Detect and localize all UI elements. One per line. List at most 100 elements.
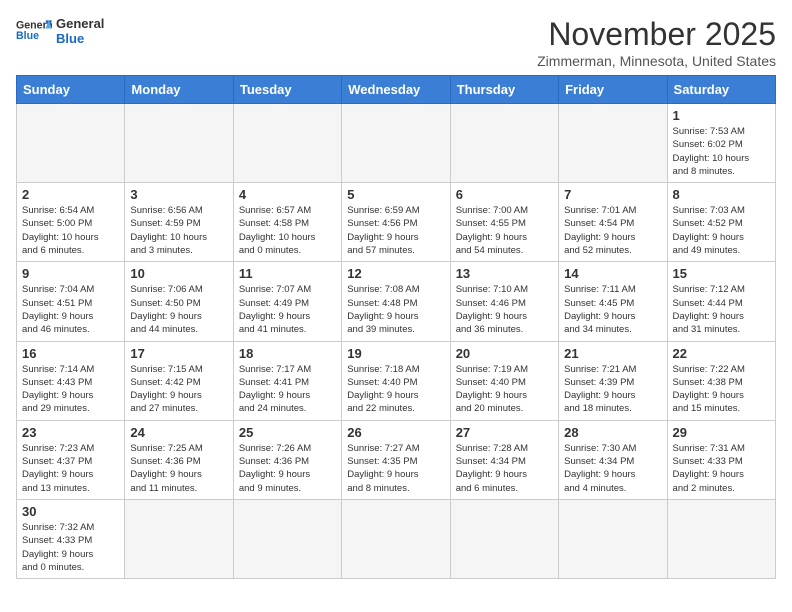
day-number: 18 [239, 346, 336, 361]
calendar-cell: 4 Sunrise: 6:57 AM Sunset: 4:58 PM Daylig… [233, 183, 341, 262]
calendar-week-row: 30Sunrise: 7:32 AM Sunset: 4:33 PM Dayli… [17, 499, 776, 578]
day-info: Sunrise: 7:18 AM Sunset: 4:40 PM Dayligh… [347, 363, 444, 416]
day-info: Sunrise: 7:28 AM Sunset: 4:34 PM Dayligh… [456, 442, 553, 495]
day-number: 5 [347, 187, 444, 202]
day-info: Sunrise: 6:56 AM Sunset: 4:59 PM Dayligh… [130, 204, 227, 257]
day-info: Sunrise: 7:00 AM Sunset: 4:55 PM Dayligh… [456, 204, 553, 257]
calendar-cell: 9Sunrise: 7:04 AM Sunset: 4:51 PM Daylig… [17, 262, 125, 341]
logo-blue: Blue [56, 31, 104, 46]
day-number: 20 [456, 346, 553, 361]
day-info: Sunrise: 7:26 AM Sunset: 4:36 PM Dayligh… [239, 442, 336, 495]
calendar-cell: 19 Sunrise: 7:18 AM Sunset: 4:40 PM Dayli… [342, 341, 450, 420]
calendar-week-row: 2 Sunrise: 6:54 AM Sunset: 5:00 PM Daylig… [17, 183, 776, 262]
day-info: Sunrise: 6:54 AM Sunset: 5:00 PM Dayligh… [22, 204, 119, 257]
calendar-cell: 26Sunrise: 7:27 AM Sunset: 4:35 PM Dayli… [342, 420, 450, 499]
calendar-week-row: 9Sunrise: 7:04 AM Sunset: 4:51 PM Daylig… [17, 262, 776, 341]
day-info: Sunrise: 7:23 AM Sunset: 4:37 PM Dayligh… [22, 442, 119, 495]
calendar-cell [667, 499, 775, 578]
calendar-cell: 3 Sunrise: 6:56 AM Sunset: 4:59 PM Daylig… [125, 183, 233, 262]
weekday-header-monday: Monday [125, 76, 233, 104]
day-info: Sunrise: 7:17 AM Sunset: 4:41 PM Dayligh… [239, 363, 336, 416]
calendar-cell: 10 Sunrise: 7:06 AM Sunset: 4:50 PM Dayli… [125, 262, 233, 341]
day-info: Sunrise: 7:30 AM Sunset: 4:34 PM Dayligh… [564, 442, 661, 495]
calendar-cell: 30Sunrise: 7:32 AM Sunset: 4:33 PM Dayli… [17, 499, 125, 578]
calendar-cell [342, 499, 450, 578]
day-info: Sunrise: 7:22 AM Sunset: 4:38 PM Dayligh… [673, 363, 770, 416]
calendar-cell: 6 Sunrise: 7:00 AM Sunset: 4:55 PM Daylig… [450, 183, 558, 262]
day-info: Sunrise: 7:15 AM Sunset: 4:42 PM Dayligh… [130, 363, 227, 416]
calendar-cell: 23Sunrise: 7:23 AM Sunset: 4:37 PM Dayli… [17, 420, 125, 499]
calendar-cell [125, 499, 233, 578]
day-info: Sunrise: 7:14 AM Sunset: 4:43 PM Dayligh… [22, 363, 119, 416]
calendar-table: SundayMondayTuesdayWednesdayThursdayFrid… [16, 75, 776, 579]
calendar-cell [17, 104, 125, 183]
calendar-cell [559, 499, 667, 578]
weekday-header-tuesday: Tuesday [233, 76, 341, 104]
day-info: Sunrise: 6:59 AM Sunset: 4:56 PM Dayligh… [347, 204, 444, 257]
day-number: 4 [239, 187, 336, 202]
day-number: 14 [564, 266, 661, 281]
day-info: Sunrise: 7:07 AM Sunset: 4:49 PM Dayligh… [239, 283, 336, 336]
day-info: Sunrise: 7:19 AM Sunset: 4:40 PM Dayligh… [456, 363, 553, 416]
day-number: 28 [564, 425, 661, 440]
day-info: Sunrise: 6:57 AM Sunset: 4:58 PM Dayligh… [239, 204, 336, 257]
day-number: 21 [564, 346, 661, 361]
day-info: Sunrise: 7:01 AM Sunset: 4:54 PM Dayligh… [564, 204, 661, 257]
logo: General Blue General Blue [16, 16, 104, 46]
calendar-cell: 22Sunrise: 7:22 AM Sunset: 4:38 PM Dayli… [667, 341, 775, 420]
calendar-cell [125, 104, 233, 183]
day-number: 11 [239, 266, 336, 281]
day-info: Sunrise: 7:21 AM Sunset: 4:39 PM Dayligh… [564, 363, 661, 416]
day-number: 1 [673, 108, 770, 123]
day-number: 15 [673, 266, 770, 281]
weekday-header-saturday: Saturday [667, 76, 775, 104]
calendar-cell [233, 499, 341, 578]
logo-general: General [56, 16, 104, 31]
logo-icon: General Blue [16, 17, 52, 45]
day-number: 25 [239, 425, 336, 440]
day-info: Sunrise: 7:11 AM Sunset: 4:45 PM Dayligh… [564, 283, 661, 336]
calendar-cell: 2 Sunrise: 6:54 AM Sunset: 5:00 PM Daylig… [17, 183, 125, 262]
calendar-cell: 5 Sunrise: 6:59 AM Sunset: 4:56 PM Daylig… [342, 183, 450, 262]
day-number: 17 [130, 346, 227, 361]
day-info: Sunrise: 7:12 AM Sunset: 4:44 PM Dayligh… [673, 283, 770, 336]
calendar-cell: 1 Sunrise: 7:53 AM Sunset: 6:02 PM Daylig… [667, 104, 775, 183]
weekday-header-friday: Friday [559, 76, 667, 104]
day-number: 24 [130, 425, 227, 440]
day-number: 10 [130, 266, 227, 281]
day-number: 6 [456, 187, 553, 202]
calendar-cell: 24 Sunrise: 7:25 AM Sunset: 4:36 PM Dayli… [125, 420, 233, 499]
calendar-cell: 20 Sunrise: 7:19 AM Sunset: 4:40 PM Dayli… [450, 341, 558, 420]
day-number: 16 [22, 346, 119, 361]
calendar-cell: 14 Sunrise: 7:11 AM Sunset: 4:45 PM Dayli… [559, 262, 667, 341]
calendar-cell: 11 Sunrise: 7:07 AM Sunset: 4:49 PM Dayli… [233, 262, 341, 341]
day-info: Sunrise: 7:25 AM Sunset: 4:36 PM Dayligh… [130, 442, 227, 495]
day-number: 9 [22, 266, 119, 281]
day-number: 3 [130, 187, 227, 202]
weekday-header-sunday: Sunday [17, 76, 125, 104]
day-number: 30 [22, 504, 119, 519]
day-info: Sunrise: 7:06 AM Sunset: 4:50 PM Dayligh… [130, 283, 227, 336]
day-info: Sunrise: 7:27 AM Sunset: 4:35 PM Dayligh… [347, 442, 444, 495]
day-info: Sunrise: 7:03 AM Sunset: 4:52 PM Dayligh… [673, 204, 770, 257]
weekday-header-thursday: Thursday [450, 76, 558, 104]
day-number: 19 [347, 346, 444, 361]
weekday-header-wednesday: Wednesday [342, 76, 450, 104]
calendar-cell: 16 Sunrise: 7:14 AM Sunset: 4:43 PM Dayli… [17, 341, 125, 420]
calendar-cell: 17 Sunrise: 7:15 AM Sunset: 4:42 PM Dayli… [125, 341, 233, 420]
day-number: 13 [456, 266, 553, 281]
page-subtitle: Zimmerman, Minnesota, United States [537, 53, 776, 69]
day-info: Sunrise: 7:53 AM Sunset: 6:02 PM Dayligh… [673, 125, 770, 178]
day-number: 2 [22, 187, 119, 202]
calendar-week-row: 23Sunrise: 7:23 AM Sunset: 4:37 PM Dayli… [17, 420, 776, 499]
calendar-cell: 27Sunrise: 7:28 AM Sunset: 4:34 PM Dayli… [450, 420, 558, 499]
calendar-cell [342, 104, 450, 183]
calendar-cell: 28 Sunrise: 7:30 AM Sunset: 4:34 PM Dayli… [559, 420, 667, 499]
calendar-cell [559, 104, 667, 183]
calendar-cell: 29Sunrise: 7:31 AM Sunset: 4:33 PM Dayli… [667, 420, 775, 499]
day-number: 29 [673, 425, 770, 440]
page-title: November 2025 [537, 16, 776, 53]
day-number: 8 [673, 187, 770, 202]
calendar-cell: 18 Sunrise: 7:17 AM Sunset: 4:41 PM Dayli… [233, 341, 341, 420]
calendar-cell: 12Sunrise: 7:08 AM Sunset: 4:48 PM Dayli… [342, 262, 450, 341]
